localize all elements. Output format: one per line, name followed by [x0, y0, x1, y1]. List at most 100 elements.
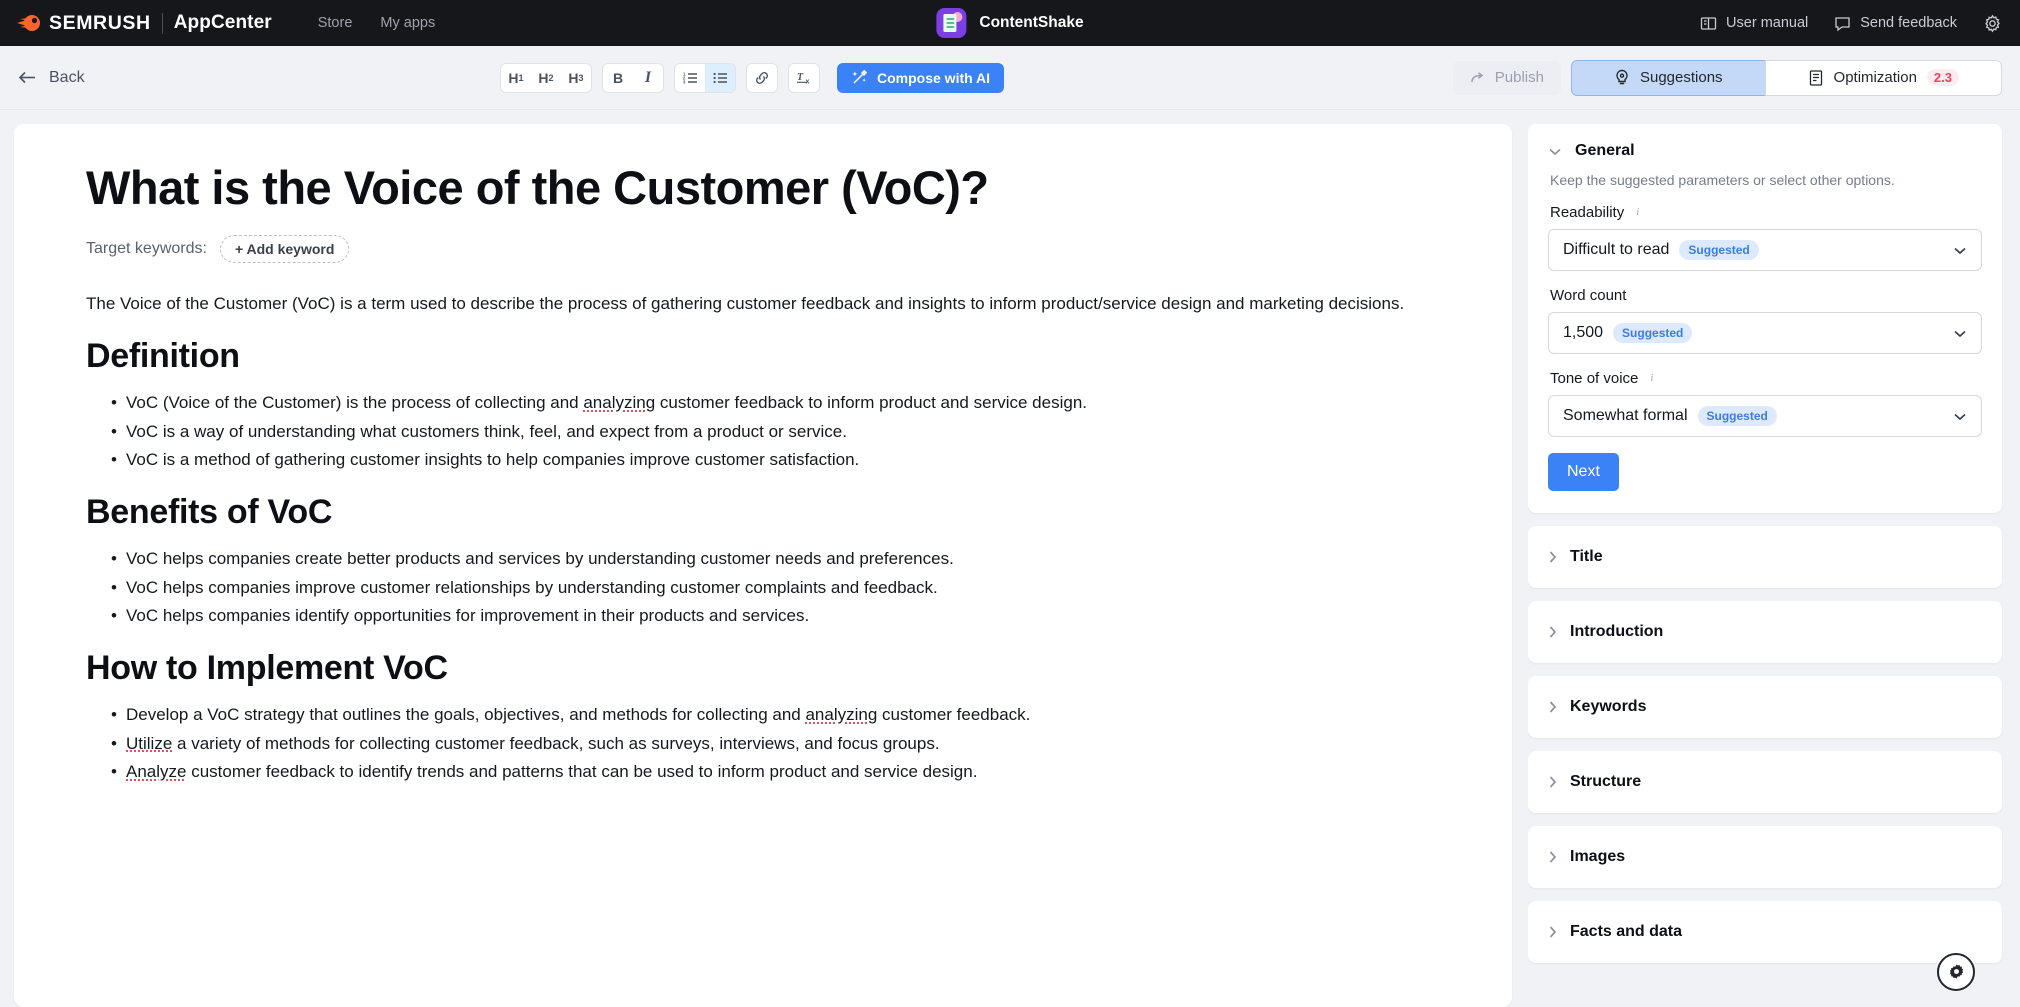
add-keyword-button[interactable]: + Add keyword — [220, 235, 349, 263]
editor-column: What is the Voice of the Customer (VoC)?… — [0, 124, 1528, 1007]
readability-label: Readability i — [1550, 204, 1982, 221]
compose-with-ai-button[interactable]: Compose with AI — [837, 63, 1004, 93]
heading-2-sub: 2 — [549, 73, 554, 83]
list-button-group: 1 2 3 — [674, 63, 736, 93]
send-feedback-button[interactable]: Send feedback — [1834, 15, 1957, 32]
clear-formatting-icon: T x — [796, 70, 813, 85]
section-bullet-list: VoC (Voice of the Customer) is the proce… — [86, 390, 1440, 473]
tab-suggestions[interactable]: Suggestions — [1571, 60, 1765, 96]
misspelled-word[interactable]: analyzing — [805, 705, 877, 724]
word-count-select[interactable]: 1,500 Suggested — [1548, 312, 1982, 354]
sidebar-section-header[interactable]: Structure — [1548, 773, 1982, 791]
nav-link-store[interactable]: Store — [318, 15, 353, 31]
tab-optimization-label: Optimization — [1834, 69, 1917, 86]
sidebar-section-header[interactable]: Keywords — [1548, 698, 1982, 716]
tone-of-voice-select[interactable]: Somewhat formal Suggested — [1548, 395, 1982, 437]
svg-text:3: 3 — [683, 79, 686, 84]
magic-wand-icon — [851, 69, 868, 86]
bullet-item[interactable]: VoC is a way of understanding what custo… — [86, 419, 1440, 445]
sidebar-section-structure[interactable]: Structure — [1528, 751, 2002, 813]
appcenter-label: AppCenter — [174, 12, 272, 34]
bullet-item[interactable]: Utilize a variety of methods for collect… — [86, 731, 1440, 757]
chevron-down-icon — [1953, 412, 1967, 421]
sidebar-section-label: Images — [1570, 848, 1625, 866]
readability-select[interactable]: Difficult to read Suggested — [1548, 229, 1982, 271]
send-feedback-label: Send feedback — [1860, 15, 1957, 31]
bullet-item[interactable]: VoC helps companies identify opportuniti… — [86, 603, 1440, 629]
bullet-item[interactable]: Analyze customer feedback to identify tr… — [86, 759, 1440, 785]
sidebar-section-keywords[interactable]: Keywords — [1528, 676, 2002, 738]
bullet-item[interactable]: VoC helps companies improve customer rel… — [86, 575, 1440, 601]
nav-link-my-apps[interactable]: My apps — [380, 15, 435, 31]
section-heading[interactable]: Definition — [86, 337, 1440, 376]
bullet-list-button[interactable] — [705, 64, 735, 92]
svg-text:x: x — [805, 79, 809, 86]
arrow-left-icon — [18, 70, 37, 85]
intro-paragraph[interactable]: The Voice of the Customer (VoC) is a ter… — [86, 291, 1440, 317]
formatting-controls: H1 H2 H3 B I 1 2 3 — [500, 63, 1004, 93]
settings-button[interactable] — [1983, 14, 2002, 33]
info-icon[interactable]: i — [1645, 372, 1658, 385]
sidebar-section-title[interactable]: Title — [1528, 526, 2002, 588]
semrush-comet-icon — [16, 14, 42, 32]
editor-toolbar: Back H1 H2 H3 B I 1 2 3 — [0, 46, 2020, 110]
chevron-right-icon — [1548, 700, 1557, 714]
document-title[interactable]: What is the Voice of the Customer (VoC)? — [86, 164, 1440, 211]
tab-optimization[interactable]: Optimization 2.3 — [1765, 60, 2002, 96]
chat-bubble-icon — [1834, 15, 1851, 32]
insert-link-button[interactable] — [747, 64, 777, 92]
sidebar-section-facts-and-data[interactable]: Facts and data — [1528, 901, 2002, 963]
suggestions-sidebar: General Keep the suggested parameters or… — [1528, 124, 2020, 1007]
current-app-indicator: ContentShake — [936, 8, 1083, 38]
panel-general-subtitle: Keep the suggested parameters or select … — [1550, 172, 1982, 188]
publish-label: Publish — [1495, 69, 1544, 86]
info-icon[interactable]: i — [1631, 206, 1644, 219]
ordered-list-icon: 1 2 3 — [683, 71, 698, 85]
misspelled-word[interactable]: analyzing — [583, 393, 655, 412]
settings-fab-button[interactable] — [1937, 953, 1975, 991]
panel-general-header[interactable]: General — [1548, 142, 1982, 160]
bullet-item[interactable]: VoC is a method of gathering customer in… — [86, 447, 1440, 473]
bold-button[interactable]: B — [603, 64, 633, 92]
bullet-item[interactable]: Develop a VoC strategy that outlines the… — [86, 702, 1440, 728]
heading-1-button[interactable]: H1 — [501, 64, 531, 92]
readability-suggested-badge: Suggested — [1679, 240, 1758, 260]
back-button[interactable]: Back — [18, 69, 85, 87]
panel-general: General Keep the suggested parameters or… — [1528, 124, 2002, 513]
publish-button[interactable]: Publish — [1453, 61, 1561, 95]
italic-button[interactable]: I — [633, 64, 663, 92]
svg-text:T: T — [797, 72, 804, 83]
sidebar-section-images[interactable]: Images — [1528, 826, 2002, 888]
sidebar-section-header[interactable]: Images — [1548, 848, 1982, 866]
panel-general-title: General — [1575, 142, 1635, 160]
document-icon — [1808, 69, 1824, 87]
sidebar-section-header[interactable]: Title — [1548, 548, 1982, 566]
link-button-group — [746, 63, 778, 93]
user-manual-button[interactable]: User manual — [1700, 15, 1808, 32]
toolbar-right-actions: Publish Suggestions Optimization — [1453, 60, 2002, 96]
bullet-item[interactable]: VoC (Voice of the Customer) is the proce… — [86, 390, 1440, 416]
chevron-right-icon — [1548, 850, 1557, 864]
chevron-right-icon — [1548, 550, 1557, 564]
gear-icon — [1983, 14, 2002, 33]
sidebar-section-label: Keywords — [1570, 698, 1646, 716]
top-nav-links: Store My apps — [318, 15, 435, 31]
misspelled-word[interactable]: Analyze — [126, 762, 186, 781]
sidebar-section-header[interactable]: Facts and data — [1548, 923, 1982, 941]
target-keywords-label: Target keywords: — [86, 240, 207, 258]
heading-2-button[interactable]: H2 — [531, 64, 561, 92]
semrush-logo[interactable]: SEMRUSH — [16, 12, 151, 35]
ordered-list-button[interactable]: 1 2 3 — [675, 64, 705, 92]
section-heading[interactable]: Benefits of VoC — [86, 493, 1440, 532]
clear-formatting-button[interactable]: T x — [789, 64, 819, 92]
sidebar-section-header[interactable]: Introduction — [1548, 623, 1982, 641]
bullet-item[interactable]: VoC helps companies create better produc… — [86, 546, 1440, 572]
heading-3-button[interactable]: H3 — [561, 64, 591, 92]
section-bullet-list: VoC helps companies create better produc… — [86, 546, 1440, 629]
book-icon — [1700, 15, 1717, 32]
document-editor[interactable]: What is the Voice of the Customer (VoC)?… — [14, 124, 1512, 1007]
section-heading[interactable]: How to Implement VoC — [86, 649, 1440, 688]
misspelled-word[interactable]: Utilize — [126, 734, 172, 753]
sidebar-section-introduction[interactable]: Introduction — [1528, 601, 2002, 663]
next-button[interactable]: Next — [1548, 453, 1619, 491]
